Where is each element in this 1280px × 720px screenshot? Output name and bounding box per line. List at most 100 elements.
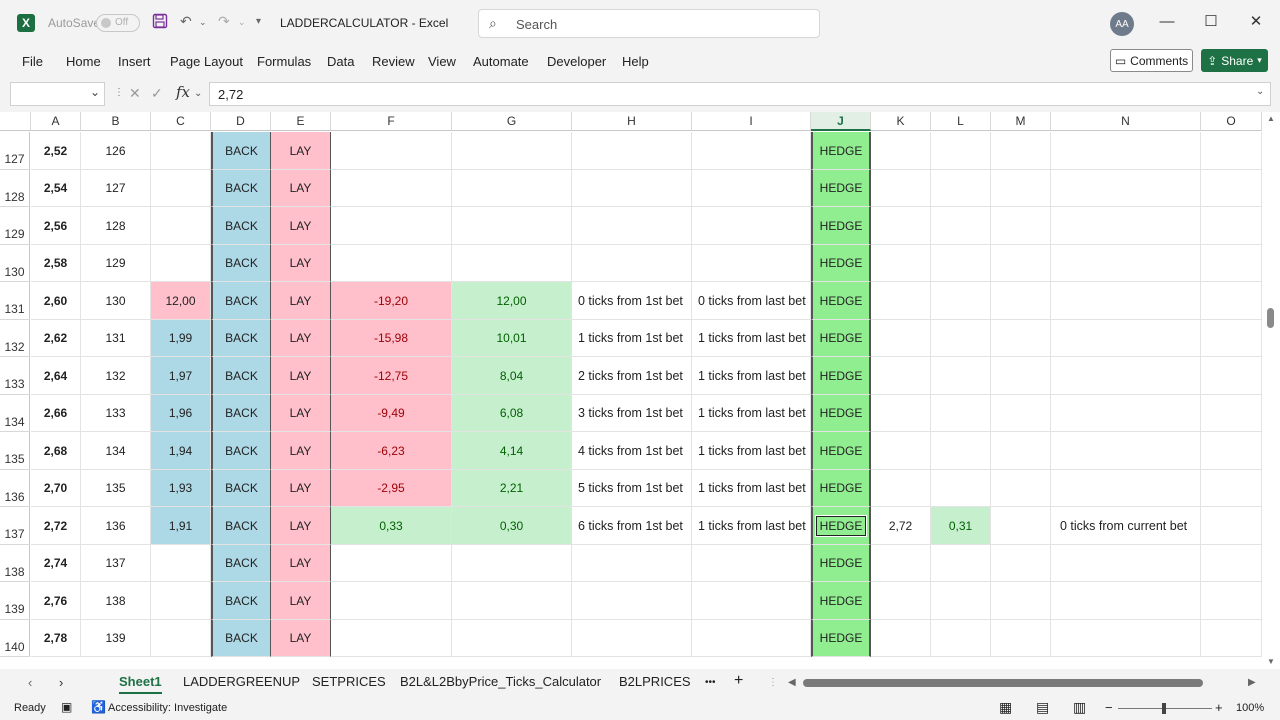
cell-o[interactable]: [1201, 470, 1262, 507]
cell-g[interactable]: [452, 170, 572, 207]
cell-o[interactable]: [1201, 207, 1262, 245]
chevron-down-icon[interactable]: ⌄: [90, 85, 100, 99]
cell-k[interactable]: [871, 170, 931, 207]
cell-m[interactable]: [991, 282, 1051, 320]
lay-button[interactable]: LAY: [271, 582, 331, 620]
cell-a[interactable]: 2,66: [31, 395, 81, 432]
column-header-o[interactable]: O: [1201, 112, 1262, 131]
cell-f[interactable]: -2,95: [331, 470, 452, 507]
cell-k[interactable]: [871, 395, 931, 432]
cell-l[interactable]: [931, 245, 991, 282]
cell-f[interactable]: [331, 545, 452, 582]
cell-c[interactable]: 1,99: [151, 320, 211, 357]
cancel-icon[interactable]: ✕: [129, 85, 141, 102]
cell-m[interactable]: [991, 545, 1051, 582]
column-header-b[interactable]: B: [81, 112, 151, 131]
cell-f[interactable]: -19,20: [331, 282, 452, 320]
cell-l[interactable]: [931, 545, 991, 582]
cell-g[interactable]: 4,14: [452, 432, 572, 470]
back-button[interactable]: BACK: [211, 507, 271, 545]
column-header-j[interactable]: J: [811, 112, 871, 131]
hedge-button[interactable]: HEDGE: [811, 207, 871, 245]
cell-b[interactable]: 133: [81, 395, 151, 432]
hedge-button[interactable]: HEDGE: [811, 282, 871, 320]
add-sheet-button[interactable]: +: [734, 672, 743, 690]
cell-l[interactable]: [931, 282, 991, 320]
cell-i[interactable]: [692, 207, 811, 245]
column-header-g[interactable]: G: [452, 112, 572, 131]
row-header[interactable]: 140: [0, 620, 30, 657]
tab-review[interactable]: Review: [372, 54, 415, 69]
close-button[interactable]: ✕: [1246, 12, 1266, 32]
cell-n[interactable]: [1051, 245, 1201, 282]
row-header[interactable]: 131: [0, 282, 30, 320]
lay-button[interactable]: LAY: [271, 170, 331, 207]
customize-toolbar-icon[interactable]: ▾: [256, 16, 261, 27]
cell-c[interactable]: [151, 620, 211, 657]
accessibility-status[interactable]: Accessibility: Investigate: [108, 702, 227, 714]
sheet-tab-laddergreenup[interactable]: LADDERGREENUP: [183, 674, 300, 689]
cell-h[interactable]: [572, 245, 692, 282]
autosave-toggle[interactable]: Off: [96, 14, 140, 32]
tab-developer[interactable]: Developer: [547, 54, 606, 69]
row-header[interactable]: 139: [0, 582, 30, 620]
cell-f[interactable]: -12,75: [331, 357, 452, 395]
tab-file[interactable]: File: [22, 54, 43, 69]
column-header-m[interactable]: M: [991, 112, 1051, 131]
cell-o[interactable]: [1201, 132, 1262, 170]
cell-n[interactable]: [1051, 320, 1201, 357]
vertical-scrollbar[interactable]: ▲ ▼: [1262, 112, 1280, 669]
row-header[interactable]: 137: [0, 507, 30, 545]
cell-f[interactable]: [331, 245, 452, 282]
cell-a[interactable]: 2,56: [31, 207, 81, 245]
cell-i[interactable]: 1 ticks from last bet: [692, 507, 811, 545]
row-header[interactable]: 133: [0, 357, 30, 395]
cell-a[interactable]: 2,58: [31, 245, 81, 282]
scroll-right-icon[interactable]: ▶: [1248, 677, 1256, 688]
cell-m[interactable]: [991, 432, 1051, 470]
cell-c[interactable]: 1,93: [151, 470, 211, 507]
select-all-corner[interactable]: [0, 112, 31, 131]
cell-b[interactable]: 129: [81, 245, 151, 282]
formula-input[interactable]: 2,72: [209, 82, 1271, 106]
redo-dropdown-icon[interactable]: ⌄: [238, 17, 246, 28]
cell-a[interactable]: 2,68: [31, 432, 81, 470]
cell-o[interactable]: [1201, 357, 1262, 395]
cell-n[interactable]: [1051, 282, 1201, 320]
lay-button[interactable]: LAY: [271, 282, 331, 320]
cell-m[interactable]: [991, 207, 1051, 245]
tab-splitter-icon[interactable]: ⋮: [768, 677, 778, 688]
cell-i[interactable]: [692, 170, 811, 207]
zoom-level[interactable]: 100%: [1236, 702, 1264, 714]
cell-b[interactable]: 136: [81, 507, 151, 545]
cell-i[interactable]: [692, 545, 811, 582]
cell-l[interactable]: [931, 320, 991, 357]
more-sheets-icon[interactable]: •••: [705, 677, 716, 688]
back-button[interactable]: BACK: [211, 582, 271, 620]
cell-h[interactable]: 6 ticks from 1st bet: [572, 507, 692, 545]
cell-n[interactable]: [1051, 545, 1201, 582]
tab-data[interactable]: Data: [327, 54, 354, 69]
scroll-left-icon[interactable]: ◀: [788, 677, 796, 688]
cell-k[interactable]: [871, 470, 931, 507]
scroll-thumb[interactable]: [1267, 308, 1274, 328]
cell-n[interactable]: [1051, 582, 1201, 620]
row-header[interactable]: 129: [0, 207, 30, 245]
back-button[interactable]: BACK: [211, 132, 271, 170]
accessibility-icon[interactable]: ♿: [91, 700, 106, 714]
cell-c[interactable]: [151, 582, 211, 620]
hedge-button[interactable]: HEDGE: [811, 432, 871, 470]
cell-g[interactable]: [452, 132, 572, 170]
cell-b[interactable]: 137: [81, 545, 151, 582]
cell-i[interactable]: [692, 620, 811, 657]
cell-b[interactable]: 128: [81, 207, 151, 245]
hedge-button[interactable]: HEDGE: [811, 395, 871, 432]
cell-g[interactable]: [452, 207, 572, 245]
cell-l[interactable]: [931, 357, 991, 395]
cell-f[interactable]: -6,23: [331, 432, 452, 470]
hedge-button[interactable]: HEDGE: [811, 132, 871, 170]
cell-i[interactable]: 1 ticks from last bet: [692, 357, 811, 395]
cell-m[interactable]: [991, 470, 1051, 507]
zoom-out-button[interactable]: −: [1105, 700, 1113, 715]
tab-help[interactable]: Help: [622, 54, 649, 69]
